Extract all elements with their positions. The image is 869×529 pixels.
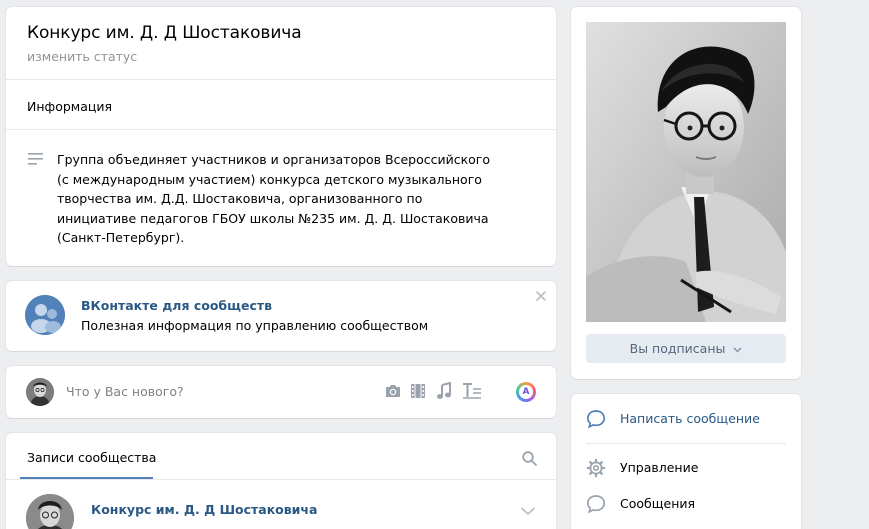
chat-bubble-icon — [586, 494, 606, 514]
group-info-card: Конкурс им. Д. Д Шостаковича изменить ст… — [6, 7, 556, 266]
chevron-down-icon — [733, 347, 742, 353]
divider — [6, 479, 556, 480]
music-icon[interactable] — [436, 382, 452, 400]
avatar — [26, 378, 54, 406]
community-portrait-image[interactable] — [586, 22, 786, 322]
chevron-down-icon[interactable] — [521, 507, 535, 516]
ava-letter: A — [519, 385, 533, 399]
community-actions-card: Написать сообщение Управление Сообщения — [571, 394, 801, 529]
post-composer[interactable]: Что у Вас нового? A — [6, 366, 556, 418]
description-lines-icon — [28, 153, 43, 165]
manage-button[interactable]: Управление — [586, 453, 786, 483]
page-title: Конкурс им. Д. Д Шостаковича — [27, 23, 302, 43]
subscribed-button[interactable]: Вы подписаны — [586, 334, 786, 363]
search-icon[interactable] — [522, 451, 537, 466]
vk-communities-title[interactable]: ВКонтакте для сообществ — [81, 298, 272, 313]
vk-communities-avatar — [25, 295, 65, 335]
tab-community-posts[interactable]: Записи сообщества — [27, 450, 156, 465]
subscribed-button-label: Вы подписаны — [629, 341, 726, 356]
camera-icon[interactable] — [384, 382, 402, 400]
avatar[interactable] — [26, 494, 74, 529]
community-photo-card: Вы подписаны — [571, 7, 801, 379]
wall-card: Записи сообщества Конкурс им. Д. Д Шоста… — [6, 433, 556, 529]
chat-bubble-icon — [586, 409, 606, 429]
group-description: Группа объединяет участников и организат… — [57, 152, 491, 245]
info-section-heading: Информация — [27, 99, 113, 114]
text-icon[interactable] — [462, 382, 482, 400]
new-post-input[interactable]: Что у Вас нового? — [66, 384, 184, 399]
divider — [6, 79, 556, 80]
video-icon[interactable] — [410, 382, 426, 400]
community-tips-card[interactable]: ВКонтакте для сообществ Полезная информа… — [6, 281, 556, 351]
divider — [586, 443, 786, 444]
ava-icon[interactable]: A — [516, 382, 536, 402]
manage-label: Управление — [620, 460, 699, 475]
messages-button[interactable]: Сообщения — [586, 489, 786, 519]
close-icon[interactable] — [536, 291, 546, 301]
vk-communities-subtitle: Полезная информация по управлению сообще… — [81, 318, 429, 333]
change-status-link[interactable]: изменить статус — [27, 49, 137, 64]
gear-icon — [586, 458, 606, 478]
divider — [6, 129, 556, 130]
messages-label: Сообщения — [620, 496, 696, 511]
write-message-button[interactable]: Написать сообщение — [586, 404, 786, 434]
write-message-label: Написать сообщение — [620, 411, 760, 426]
post-author-link[interactable]: Конкурс им. Д. Д Шостаковича — [91, 502, 317, 517]
